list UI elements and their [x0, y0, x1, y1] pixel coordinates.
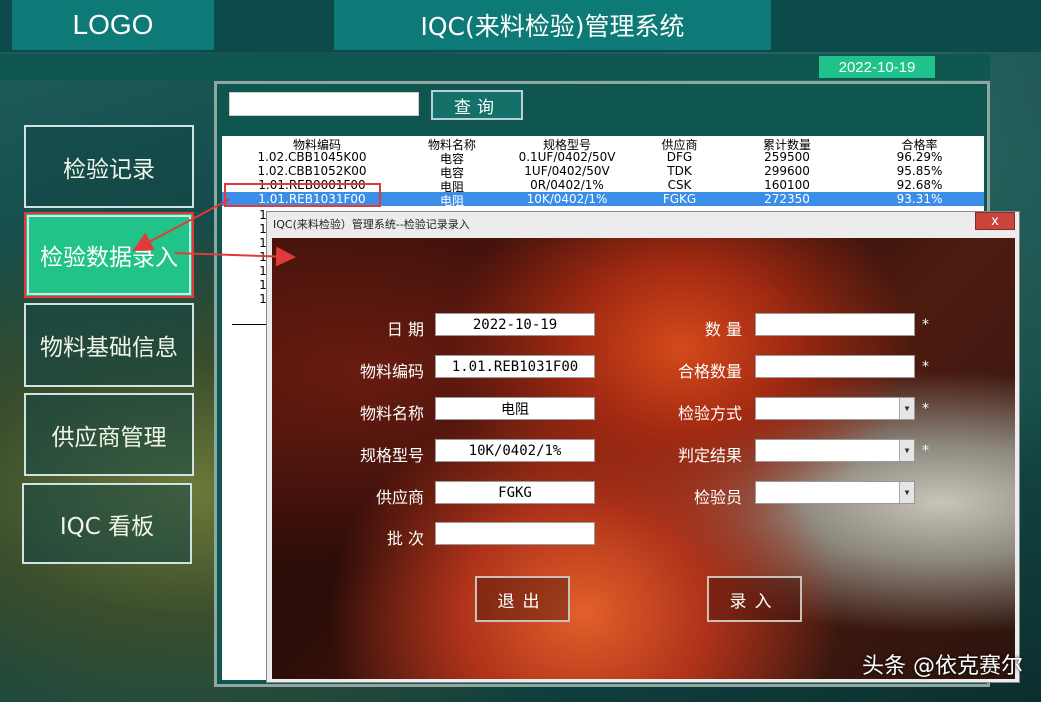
- batch-field[interactable]: [435, 522, 595, 545]
- label-material-code: 物料编码: [359, 362, 424, 381]
- label-quantity: 数 量: [704, 320, 742, 339]
- required-marker: *: [922, 443, 929, 459]
- close-icon[interactable]: x: [975, 212, 1015, 230]
- list-header: 物料编码 物料名称 规格型号 供应商 累计数量 合格率: [222, 136, 984, 152]
- label-batch: 批 次: [386, 529, 424, 548]
- required-marker: *: [922, 359, 929, 375]
- inspection-method-select[interactable]: ▼: [755, 397, 915, 420]
- nav-iqc-dashboard[interactable]: IQC 看板: [22, 483, 192, 564]
- table-row[interactable]: 1.02.CBB1052K00 电容 1UF/0402/50V TDK 2996…: [222, 164, 984, 180]
- label-inspection-method: 检验方式: [677, 404, 742, 423]
- chevron-down-icon[interactable]: ▼: [899, 398, 914, 419]
- nav-inspection-records[interactable]: 检验记录: [24, 125, 194, 208]
- system-title: IQC(来料检验)管理系统: [334, 0, 771, 50]
- label-pass-quantity: 合格数量: [677, 362, 742, 381]
- chevron-down-icon[interactable]: ▼: [899, 440, 914, 461]
- label-material-name: 物料名称: [359, 404, 424, 423]
- dialog-body: 日 期 物料编码 物料名称 规格型号 供应商 批 次 2022-10-19 1.…: [272, 238, 1015, 679]
- logo: LOGO: [12, 0, 214, 50]
- judgment-result-select[interactable]: ▼: [755, 439, 915, 462]
- table-row[interactable]: 1.02.CBB1045K00 电容 0.1UF/0402/50V DFG 25…: [222, 150, 984, 166]
- quantity-field[interactable]: [755, 313, 915, 336]
- submit-button[interactable]: 录入: [707, 576, 802, 622]
- chevron-down-icon[interactable]: ▼: [899, 482, 914, 503]
- dialog-title: IQC(来料检验）管理系统--检验记录录入: [273, 218, 470, 231]
- nav-supplier-management[interactable]: 供应商管理: [24, 393, 194, 476]
- entry-dialog: IQC(来料检验）管理系统--检验记录录入 x 日 期 物料编码 物料名称 规格…: [266, 211, 1020, 683]
- label-date: 日 期: [386, 320, 424, 339]
- material-name-field[interactable]: 电阻: [435, 397, 595, 420]
- required-marker: *: [922, 317, 929, 333]
- query-button[interactable]: 查询: [431, 90, 523, 120]
- label-judgment-result: 判定结果: [677, 446, 742, 465]
- exit-button[interactable]: 退出: [475, 576, 570, 622]
- label-spec: 规格型号: [359, 446, 424, 465]
- highlight-box: [224, 183, 381, 207]
- watermark: 头条 @依克赛尔: [862, 654, 1023, 679]
- label-inspector: 检验员: [693, 488, 742, 507]
- pass-quantity-field[interactable]: [755, 355, 915, 378]
- material-code-field[interactable]: 1.01.REB1031F00: [435, 355, 595, 378]
- current-date: 2022-10-19: [819, 56, 935, 78]
- date-field[interactable]: 2022-10-19: [435, 313, 595, 336]
- supplier-field[interactable]: FGKG: [435, 481, 595, 504]
- label-supplier: 供应商: [375, 488, 424, 507]
- nav-material-info[interactable]: 物料基础信息: [24, 303, 194, 387]
- spec-field[interactable]: 10K/0402/1%: [435, 439, 595, 462]
- search-input[interactable]: [229, 92, 419, 116]
- nav-inspection-data-entry[interactable]: 检验数据录入: [24, 212, 194, 298]
- required-marker: *: [922, 401, 929, 417]
- inspector-select[interactable]: ▼: [755, 481, 915, 504]
